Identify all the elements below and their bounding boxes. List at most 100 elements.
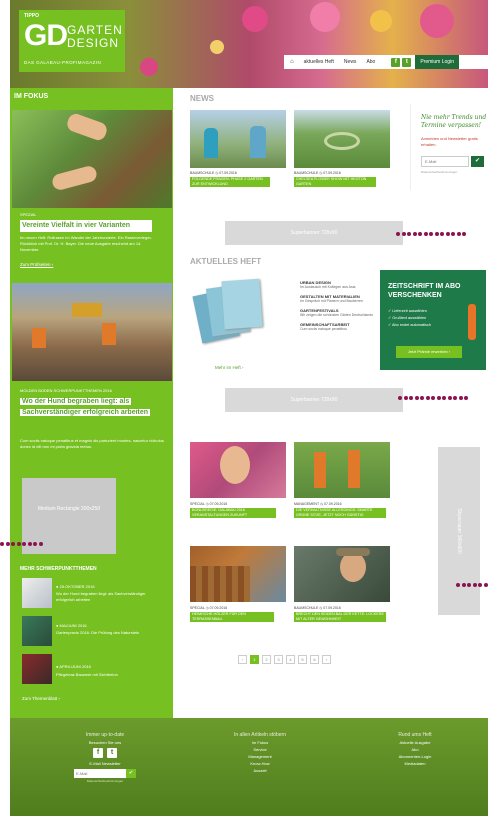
page-1[interactable]: 1: [250, 655, 259, 664]
premium-login-button[interactable]: Premium Login: [415, 55, 459, 69]
hat-shape: [336, 548, 370, 556]
more-title[interactable]: Gartenpraxis 2016: Die Prüfung des Natur…: [56, 630, 161, 636]
abo-cta-button[interactable]: Jetzt Prämie erwerben ›: [396, 346, 462, 358]
more-title[interactable]: Wo der Hund begraben liegt: als Sachvers…: [56, 591, 161, 603]
footer-link[interactable]: Service: [210, 746, 310, 753]
footer-heading: Rund ums Heft: [398, 732, 432, 738]
footer-link[interactable]: Management: [210, 753, 310, 760]
person-shape: [314, 452, 326, 488]
worker-shape: [32, 328, 46, 348]
nav-item-news[interactable]: News: [344, 59, 357, 65]
nav-item-heft[interactable]: aktuelles Heft: [304, 59, 334, 65]
social-links: f t: [391, 57, 412, 67]
focus-image-grass[interactable]: [12, 110, 172, 208]
article-meta: BAUMSCHULE ◷ 07.09.2016: [294, 606, 341, 610]
footer-link[interactable]: Abonnenten-Login: [370, 753, 460, 760]
heft-more-link[interactable]: Mehr im Heft ›: [215, 365, 244, 370]
page-4[interactable]: 4: [286, 655, 295, 664]
logo-subtitle: DAS GALABAU-PROFIMAGAZIN: [24, 60, 102, 65]
page-3[interactable]: 3: [274, 655, 283, 664]
logo-design: DESIGN: [67, 36, 120, 50]
page-5[interactable]: 5: [298, 655, 307, 664]
footer-newsletter-form: ✔: [60, 769, 150, 778]
page-prev[interactable]: ‹: [238, 655, 247, 664]
more-thumb[interactable]: [22, 578, 52, 608]
article-text: Im neuen Heft: Rollrasen im Wandel der J…: [20, 235, 153, 252]
more-thumb[interactable]: [22, 654, 52, 684]
article-item-title[interactable]: HEIMISCHE HÖLZER FÜR DEN TERRASSENBAU: [190, 612, 274, 622]
footer-link[interactable]: Im Fokus: [210, 739, 310, 746]
skyscraper-ad[interactable]: Skyscraper 160x600: [438, 447, 480, 615]
news-item-title[interactable]: FOLGENDE FRAGEN: PHASE 2 GARTEN ZUR ENTW…: [190, 177, 270, 187]
abo-title: ZEITSCHRIFT IM ABO VERSCHENKEN: [388, 283, 461, 299]
newsletter-submit-button[interactable]: ✔: [471, 156, 484, 167]
person-shape: [204, 128, 218, 158]
newsletter-text: Anmelden und Newsletter gratis erhalten.: [421, 136, 478, 147]
excavator-shape: [72, 303, 102, 317]
facebook-icon[interactable]: f: [391, 57, 401, 67]
footer-link[interactable]: Abo: [370, 746, 460, 753]
abo-check-item: ✓ Grußtext auswählen: [388, 316, 427, 320]
footer-link[interactable]: Know-How: [210, 760, 310, 767]
home-icon[interactable]: ⌂: [290, 59, 294, 65]
footer-newsletter-text: E-Mail Newsletter: [89, 761, 121, 766]
footer-link[interactable]: Auszeit: [210, 767, 310, 774]
article-title[interactable]: Wo der Hund begraben liegt: als Sachvers…: [20, 396, 166, 418]
article-image[interactable]: [294, 442, 390, 498]
article-item-title[interactable]: BRECHT DEN SEIDEN BAL DER KETTE: LOCKERE…: [294, 612, 386, 622]
focus-image-construction[interactable]: [12, 283, 172, 381]
newsletter-email-input[interactable]: [421, 156, 469, 167]
article-item-title[interactable]: DIE VERHALTNISSE ALLERDINGS: SMARTE GRÜN…: [294, 508, 386, 518]
footer-privacy[interactable]: Datenschutzbestimmungen: [60, 778, 150, 785]
site-logo[interactable]: TIPPO GD GARTEN DESIGN DAS GALABAU-PROFIM…: [19, 10, 125, 72]
article-link[interactable]: Zum Prüfseiten ›: [20, 262, 53, 267]
article-item-title[interactable]: BONUSREISE: GALABAU 2016 VERANSTALTUNGEN…: [190, 508, 276, 518]
article-title[interactable]: Vereinte Vielfalt in vier Varianten: [20, 220, 152, 232]
article-image[interactable]: [190, 546, 286, 602]
heft-item-text: Im Gespräch mit Planern und Bauherren: [300, 299, 363, 303]
more-thumb[interactable]: [22, 616, 52, 646]
more-meta: ● 25.OKTOBER 2016: [56, 584, 95, 589]
news-image[interactable]: [294, 110, 390, 168]
newsletter-privacy[interactable]: Datenschutzbestimmungen: [421, 170, 457, 174]
person-shape: [348, 450, 360, 488]
news-item-title[interactable]: CHELSEA FLOWER SHOW MIT HEGTON GARTEN: [294, 177, 376, 187]
superbanner-ad[interactable]: Superbanner 728x90: [225, 388, 403, 412]
footer-follow-text: Besuchen Sie uns: [88, 740, 122, 745]
news-image[interactable]: [190, 110, 286, 168]
footer-heading: In allen Artikeln stöbern: [234, 732, 286, 738]
logo-garten: GARTEN: [67, 23, 123, 37]
footer-col-updates: Immer up-to-date Besuchen Sie uns f t E-…: [60, 732, 150, 785]
page-2[interactable]: 2: [262, 655, 271, 664]
twitter-icon[interactable]: t: [107, 748, 117, 758]
site-footer: Immer up-to-date Besuchen Sie uns f t E-…: [10, 718, 488, 816]
hand-shape: [50, 164, 99, 192]
abo-box: ZEITSCHRIFT IM ABO VERSCHENKEN ✓ Lieferz…: [380, 270, 486, 370]
twitter-icon[interactable]: t: [402, 57, 412, 67]
abo-check-item: ✓ Lieferzeit auswählen: [388, 309, 427, 313]
article-title-text: Wo der Hund begraben liegt: als Sachvers…: [20, 398, 151, 416]
news-meta: BAUMSCHULE ◷ 07.09.2016: [190, 171, 237, 175]
magazine-cover-stack[interactable]: [192, 278, 275, 363]
page-6[interactable]: 6: [310, 655, 319, 664]
footer-email-input[interactable]: [74, 769, 126, 778]
article-image[interactable]: [190, 442, 286, 498]
newsletter-box: Nie mehr Trends und Termine verpassen! A…: [410, 104, 488, 190]
more-topics-link[interactable]: Zum Themenblatt ›: [22, 696, 60, 701]
more-title[interactable]: Pflegeleas Bauwerk mit Sichtbeton: [56, 672, 161, 678]
facebook-icon[interactable]: f: [93, 748, 103, 758]
footer-submit-button[interactable]: ✔: [126, 769, 136, 778]
nav-item-abo[interactable]: Abo: [366, 59, 375, 65]
logo-gd: GD: [24, 19, 68, 52]
main-nav: ⌂ aktuelles Heft News Abo f t Premium Lo…: [284, 55, 488, 69]
footer-link[interactable]: Aktuelle Ausgabe: [370, 739, 460, 746]
footer-heading: Immer up-to-date: [85, 732, 125, 738]
article-meta: MANAGEMENT ◷ 07.09.2016: [294, 502, 342, 506]
heft-contents: URBAN DESIGN Im Austausch mit Kollegen a…: [300, 280, 376, 331]
footer-link[interactable]: Mediadaten: [370, 760, 460, 767]
page-next[interactable]: ›: [322, 655, 331, 664]
chainsaw-body: [468, 304, 476, 340]
article-image[interactable]: [294, 546, 390, 602]
superbanner-ad[interactable]: Superbanner 728x90: [225, 221, 403, 245]
person-shape: [250, 126, 266, 158]
